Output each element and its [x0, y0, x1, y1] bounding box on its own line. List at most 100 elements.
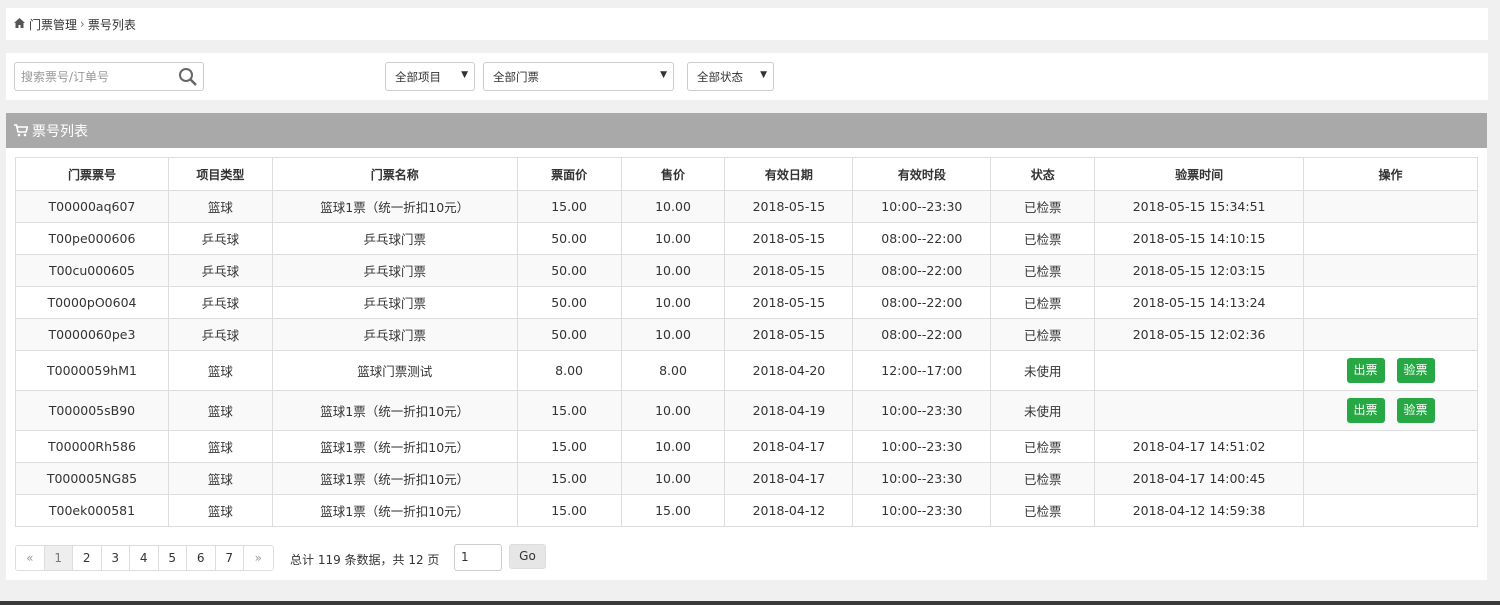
cell-type: 篮球 — [167, 430, 273, 463]
pagination-page-7[interactable]: 7 — [215, 546, 244, 570]
panel-body: 门票票号 项目类型 门票名称 票面价 售价 有效日期 有效时段 状态 验票时间 … — [6, 148, 1487, 580]
cell-type: 篮球 — [167, 190, 273, 223]
header-type: 项目类型 — [167, 157, 273, 191]
cell-ticket-no: T00000Rh586 — [15, 430, 169, 463]
cell-name: 乒乓球门票 — [271, 318, 518, 351]
pagination-page-1[interactable]: 1 — [44, 546, 73, 570]
search-input[interactable]: 搜索票号/订单号 — [14, 62, 204, 91]
home-icon[interactable] — [14, 17, 25, 31]
breadcrumb-parent[interactable]: 门票管理 — [29, 16, 77, 33]
table-row: T00000Rh586 篮球 篮球1票（统一折扣10元） 15.00 10.00… — [15, 430, 1478, 463]
issue-ticket-button[interactable]: 出票 — [1346, 358, 1385, 383]
cell-actions — [1303, 286, 1478, 319]
status-select-value: 全部状态 — [697, 69, 743, 84]
cell-actions — [1303, 318, 1478, 351]
cell-valid-time: 08:00--22:00 — [852, 222, 992, 255]
cell-check-time: 2018-04-17 14:51:02 — [1094, 430, 1305, 463]
cell-ticket-no: T000005sB90 — [15, 390, 169, 431]
cell-name: 篮球1票（统一折扣10元） — [271, 430, 518, 463]
cell-actions — [1303, 430, 1478, 463]
chevron-down-icon: ▼ — [461, 70, 468, 80]
cell-valid-date: 2018-04-20 — [724, 350, 854, 391]
cell-name: 篮球1票（统一折扣10元） — [271, 462, 518, 495]
cell-status: 已检票 — [990, 286, 1096, 319]
cell-type: 篮球 — [167, 390, 273, 431]
cell-valid-date: 2018-04-17 — [724, 430, 854, 463]
panel-title: 票号列表 — [32, 123, 88, 140]
pagination-page-3[interactable]: 3 — [101, 546, 130, 570]
pagination-next[interactable]: » — [244, 546, 273, 570]
table-row: T00000aq607 篮球 篮球1票（统一折扣10元） 15.00 10.00… — [15, 190, 1478, 223]
cart-icon — [14, 124, 28, 137]
pagination-page-6[interactable]: 6 — [187, 546, 216, 570]
header-valid-time: 有效时段 — [852, 157, 992, 191]
pagination-prev[interactable]: « — [16, 546, 45, 570]
cell-face-price: 15.00 — [516, 494, 622, 527]
header-ticket-no: 门票票号 — [15, 157, 169, 191]
cell-check-time: 2018-05-15 12:02:36 — [1094, 318, 1305, 351]
cell-valid-time: 12:00--17:00 — [852, 350, 992, 391]
cell-valid-date: 2018-05-15 — [724, 318, 854, 351]
issue-ticket-button[interactable]: 出票 — [1346, 398, 1385, 423]
pagination-page-2[interactable]: 2 — [73, 546, 102, 570]
cell-face-price: 15.00 — [516, 190, 622, 223]
table-row: T00cu000605 乒乓球 乒乓球门票 50.00 10.00 2018-0… — [15, 254, 1478, 287]
header-status: 状态 — [990, 157, 1096, 191]
status-select[interactable]: 全部状态 ▼ — [687, 62, 774, 91]
pagination-page-5[interactable]: 5 — [158, 546, 187, 570]
cell-status: 已检票 — [990, 494, 1096, 527]
cell-ticket-no: T00cu000605 — [15, 254, 169, 287]
cell-price: 10.00 — [620, 430, 726, 463]
bottom-bar — [0, 601, 1500, 605]
go-button[interactable]: Go — [509, 544, 546, 569]
cell-valid-time: 08:00--22:00 — [852, 286, 992, 319]
cell-valid-date: 2018-05-15 — [724, 254, 854, 287]
cell-check-time: 2018-04-17 14:00:45 — [1094, 462, 1305, 495]
cell-check-time: 2018-05-15 14:13:24 — [1094, 286, 1305, 319]
cell-price: 10.00 — [620, 390, 726, 431]
cell-face-price: 50.00 — [516, 318, 622, 351]
cell-type: 篮球 — [167, 494, 273, 527]
cell-status: 已检票 — [990, 190, 1096, 223]
cell-valid-time: 08:00--22:00 — [852, 254, 992, 287]
cell-price: 10.00 — [620, 222, 726, 255]
cell-name: 篮球1票（统一折扣10元） — [271, 190, 518, 223]
pagination-summary: 总计 119 条数据，共 12 页 — [290, 553, 440, 567]
cell-valid-date: 2018-04-19 — [724, 390, 854, 431]
check-ticket-button[interactable]: 验票 — [1396, 358, 1435, 383]
cell-price: 10.00 — [620, 254, 726, 287]
breadcrumb-separator: › — [80, 17, 85, 31]
pagination-page-4[interactable]: 4 — [130, 546, 159, 570]
cell-status: 已检票 — [990, 430, 1096, 463]
cell-valid-time: 10:00--23:30 — [852, 462, 992, 495]
cell-type: 乒乓球 — [167, 254, 273, 287]
cell-name: 乒乓球门票 — [271, 254, 518, 287]
header-face-price: 票面价 — [516, 157, 622, 191]
ticket-select[interactable]: 全部门票 ▼ — [483, 62, 674, 91]
cell-price: 8.00 — [620, 350, 726, 391]
cell-valid-date: 2018-04-17 — [724, 462, 854, 495]
page-number-input[interactable]: 1 — [454, 544, 502, 571]
cell-valid-date: 2018-04-12 — [724, 494, 854, 527]
project-select[interactable]: 全部项目 ▼ — [385, 62, 475, 91]
cell-face-price: 50.00 — [516, 222, 622, 255]
cell-face-price: 15.00 — [516, 390, 622, 431]
header-price: 售价 — [620, 157, 726, 191]
cell-status: 已检票 — [990, 254, 1096, 287]
check-ticket-button[interactable]: 验票 — [1396, 398, 1435, 423]
cell-face-price: 50.00 — [516, 254, 622, 287]
cell-face-price: 15.00 — [516, 462, 622, 495]
cell-ticket-no: T0000059hM1 — [15, 350, 169, 391]
cell-status: 已检票 — [990, 222, 1096, 255]
cell-face-price: 15.00 — [516, 430, 622, 463]
cell-valid-date: 2018-05-15 — [724, 190, 854, 223]
search-icon[interactable] — [177, 66, 199, 88]
ticket-table: 门票票号 项目类型 门票名称 票面价 售价 有效日期 有效时段 状态 验票时间 … — [15, 157, 1478, 527]
table-row: T0000059hM1 篮球 篮球门票测试 8.00 8.00 2018-04-… — [15, 350, 1478, 391]
table-row: T000005NG85 篮球 篮球1票（统一折扣10元） 15.00 10.00… — [15, 462, 1478, 495]
cell-price: 10.00 — [620, 190, 726, 223]
cell-valid-date: 2018-05-15 — [724, 222, 854, 255]
cell-check-time — [1094, 390, 1305, 431]
cell-face-price: 8.00 — [516, 350, 622, 391]
cell-actions — [1303, 254, 1478, 287]
